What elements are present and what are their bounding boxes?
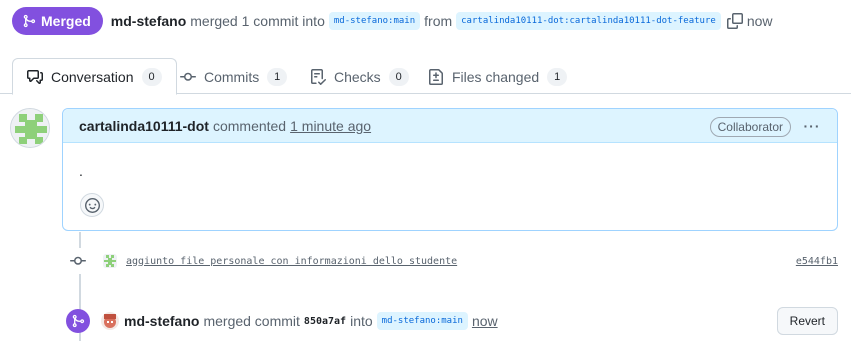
tab-files-changed-counter: 1 xyxy=(547,67,568,86)
merge-commit-sha-link[interactable]: 850a7af xyxy=(304,316,346,327)
state-label: Merged xyxy=(41,13,91,29)
file-diff-icon xyxy=(429,68,443,85)
tab-commits-label: Commits xyxy=(204,68,260,85)
smiley-icon xyxy=(84,197,100,213)
collaborator-badge: Collaborator xyxy=(709,117,791,137)
comment-box: cartalinda10111-dot commented 1 minute a… xyxy=(62,108,838,231)
head-branch-label[interactable]: cartalinda10111-dot:cartalinda10111-dot-… xyxy=(456,12,721,30)
tab-commits[interactable]: Commits 1 xyxy=(166,58,301,95)
header-time: now xyxy=(746,13,773,29)
merger-avatar[interactable] xyxy=(101,312,119,330)
tab-conversation-counter: 0 xyxy=(141,67,162,86)
tab-conversation[interactable]: Conversation 0 xyxy=(12,58,177,95)
comment-author-link[interactable]: cartalinda10111-dot xyxy=(79,118,209,134)
git-commit-icon xyxy=(180,72,196,81)
comment-header: cartalinda10111-dot commented 1 minute a… xyxy=(63,109,837,143)
pr-tabs: Conversation 0 Commits 1 Checks 0 Files … xyxy=(0,54,851,95)
comment-discussion-icon xyxy=(27,69,43,84)
commit-author-avatar[interactable] xyxy=(103,254,117,268)
revert-button[interactable]: Revert xyxy=(776,307,838,335)
tab-files-changed[interactable]: Files changed 1 xyxy=(414,58,581,95)
merge-action-text: merged commit xyxy=(203,313,300,329)
comment-time-link[interactable]: 1 minute ago xyxy=(290,118,371,134)
tab-files-changed-label: Files changed xyxy=(452,68,540,85)
avatar[interactable] xyxy=(10,108,50,148)
tab-commits-counter: 1 xyxy=(267,67,288,86)
from-text: from xyxy=(424,13,453,29)
merge-event-badge xyxy=(62,307,94,335)
commit-event: aggiunto file personale con informazioni… xyxy=(62,248,838,274)
comment-action-text: commented xyxy=(212,117,287,134)
merge-time-link[interactable]: now xyxy=(472,313,498,329)
checklist-icon xyxy=(311,68,326,85)
merge-action-text: merged 1 commit into xyxy=(190,13,325,29)
add-reaction-button[interactable] xyxy=(80,193,104,217)
kebab-horizontal-icon[interactable]: ··· xyxy=(803,117,821,135)
merge-into-text: into xyxy=(350,313,373,329)
tab-conversation-label: Conversation xyxy=(51,68,134,85)
git-merge-icon xyxy=(72,314,85,328)
pr-meta: md-stefano merged 1 commit into md-stefa… xyxy=(111,12,773,30)
merger-author-link[interactable]: md-stefano xyxy=(111,13,186,29)
tab-checks[interactable]: Checks 0 xyxy=(296,58,423,95)
commit-message-link[interactable]: aggiunto file personale con informazioni… xyxy=(126,256,457,267)
merge-event: md-stefano merged commit 850a7af into md… xyxy=(62,307,838,335)
merged-state-badge: Merged xyxy=(12,7,103,35)
merge-event-text: md-stefano merged commit 850a7af into md… xyxy=(124,312,498,330)
tab-checks-label: Checks xyxy=(334,68,381,85)
git-merge-icon xyxy=(23,14,36,28)
merge-author-link[interactable]: md-stefano xyxy=(124,313,199,329)
merge-branch-label[interactable]: md-stefano:main xyxy=(376,312,468,330)
pr-header: Merged md-stefano merged 1 commit into m… xyxy=(12,7,773,35)
comment-body: . xyxy=(79,163,83,179)
commit-sha-link[interactable]: e544fb1 xyxy=(796,256,838,267)
base-branch-label[interactable]: md-stefano:main xyxy=(328,12,421,30)
copy-icon[interactable] xyxy=(726,13,743,29)
git-commit-icon xyxy=(62,248,94,274)
tab-checks-counter: 0 xyxy=(388,67,409,86)
